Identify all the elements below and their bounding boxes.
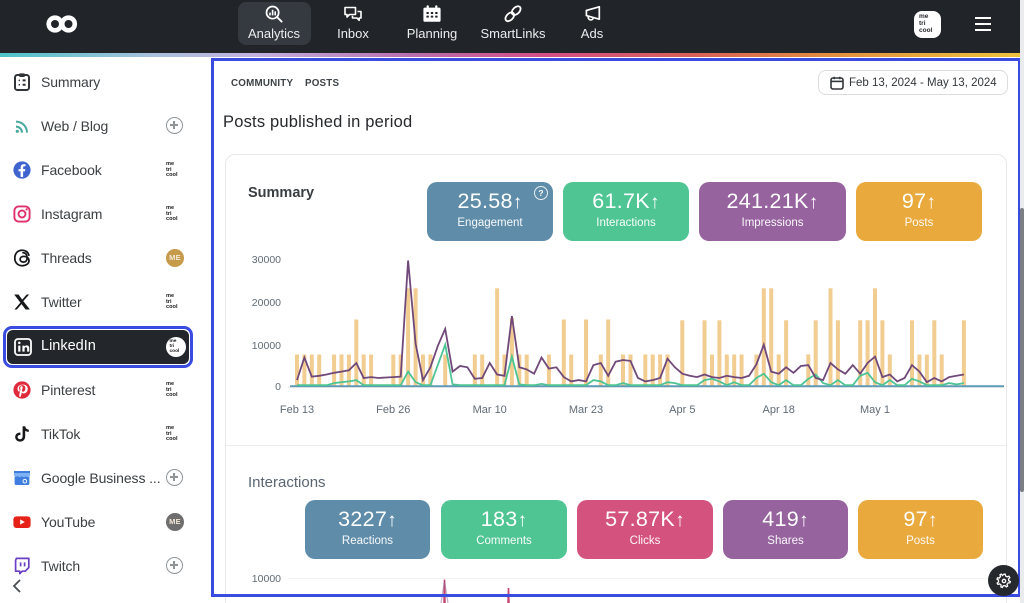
svg-text:20000: 20000: [252, 297, 281, 309]
svg-text:Feb 26: Feb 26: [376, 404, 410, 416]
svg-text:Apr 5: Apr 5: [669, 404, 695, 416]
svg-text:0: 0: [275, 381, 281, 393]
svg-text:Mar 23: Mar 23: [569, 404, 603, 416]
svg-text:Apr 18: Apr 18: [762, 404, 794, 416]
svg-text:10000: 10000: [252, 340, 281, 352]
svg-text:Feb 13: Feb 13: [280, 404, 314, 416]
svg-text:30000: 30000: [252, 254, 281, 266]
svg-text:May 1: May 1: [860, 404, 890, 416]
svg-text:10000: 10000: [252, 573, 281, 585]
svg-text:Mar 10: Mar 10: [473, 404, 507, 416]
